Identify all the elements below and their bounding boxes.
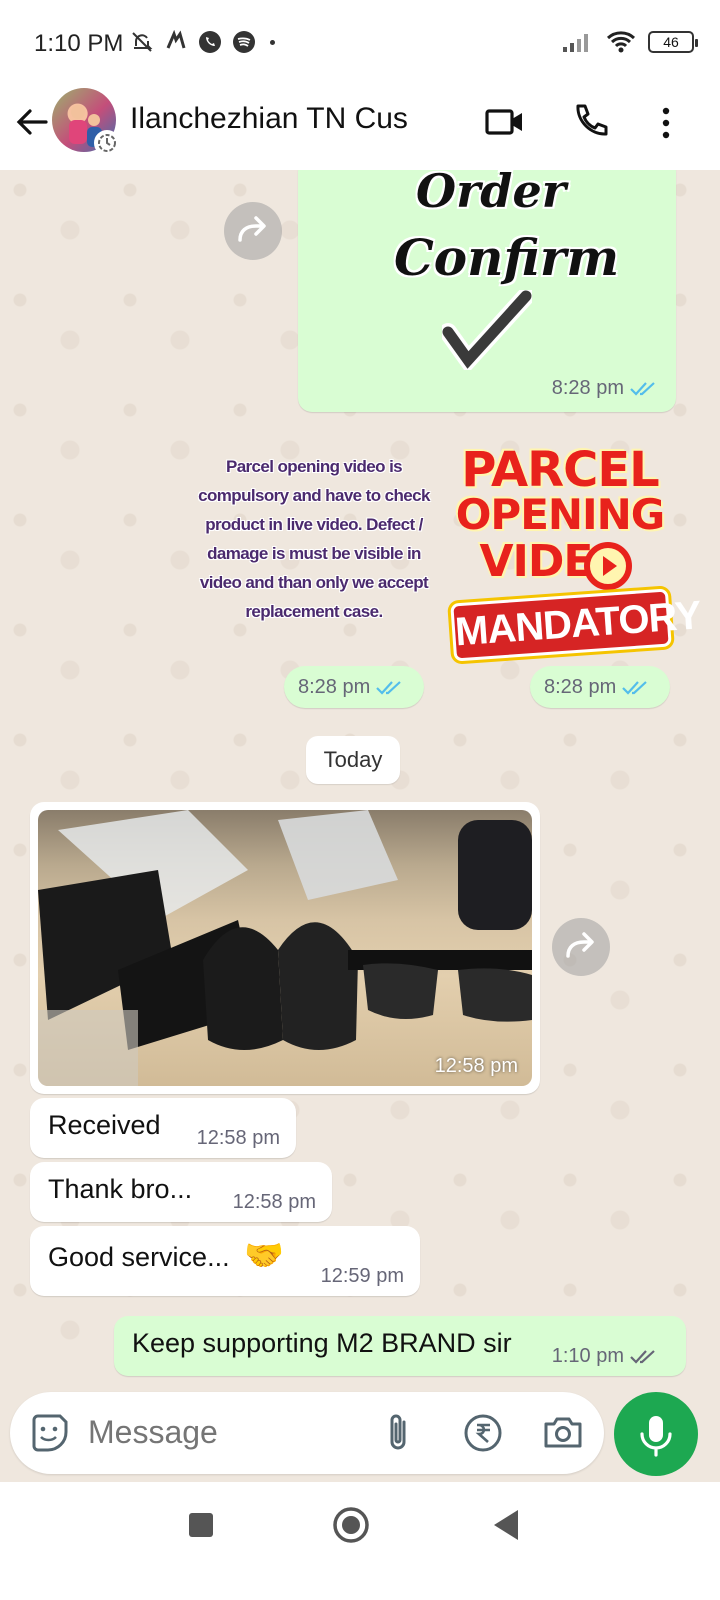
system-indicators: 46 — [562, 30, 698, 54]
message-meta: 8:28 pm — [552, 377, 660, 400]
message-meta: 8:28 pm — [298, 676, 406, 699]
sticker-line-opening: OPENING — [455, 490, 666, 539]
play-circle-icon — [584, 542, 632, 590]
photo-content — [38, 810, 532, 1086]
chat-header: Ilanchezhian TN Cus — [0, 88, 720, 170]
checkmark-icon — [442, 290, 532, 370]
message-time: 12:58 pm — [232, 1191, 316, 1213]
message-time: 12:58 pm — [434, 1055, 518, 1077]
outgoing-text-message[interactable]: Keep supporting M2 BRAND sir 1:10 pm — [114, 1316, 686, 1376]
message-time: 8:28 pm — [298, 676, 371, 698]
message-time: 12:59 pm — [320, 1265, 404, 1287]
notification-icons — [130, 30, 275, 54]
message-time: 8:28 pm — [544, 676, 617, 698]
attachment-icon[interactable] — [376, 1410, 422, 1456]
sticker-icon[interactable] — [26, 1410, 72, 1456]
message-time: 8:28 pm — [551, 377, 624, 399]
more-notifications-dot — [270, 39, 275, 45]
microphone-icon — [640, 1416, 672, 1457]
wifi-icon — [606, 31, 636, 53]
sticker-text-confirm: Confirm — [394, 228, 620, 287]
spotify-icon — [233, 31, 255, 53]
chat-area[interactable]: Order Confirm 8:28 pm Parcel opening vid… — [0, 170, 720, 1392]
read-receipt-icon — [376, 680, 402, 695]
contact-name[interactable]: Ilanchezhian TN Cus — [130, 102, 408, 136]
forward-button[interactable] — [552, 918, 610, 976]
message-text: Received — [48, 1110, 161, 1140]
sunglasses-photo[interactable]: 12:58 pm — [38, 810, 532, 1086]
message-text: Good service... — [48, 1242, 230, 1272]
recents-button-icon[interactable] — [184, 1508, 218, 1542]
parcel-video-mandatory-sticker[interactable]: PARCEL OPENING VIDE MANDATORY — [446, 442, 702, 662]
status-bar: 1:10 PM 46 — [0, 0, 720, 88]
message-composer — [10, 1392, 604, 1474]
read-receipt-icon — [630, 381, 655, 396]
message-text: Keep supporting M2 BRAND sir — [132, 1328, 512, 1358]
message-meta: 8:28 pm — [544, 676, 652, 699]
status-time: 1:10 PM — [34, 30, 124, 57]
mandatory-banner: MANDATORY — [450, 588, 702, 662]
incoming-text-message[interactable]: Received 12:58 pm — [30, 1098, 296, 1158]
message-time: 1:10 pm — [551, 1345, 624, 1367]
overflow-menu-icon[interactable] — [642, 98, 690, 146]
message-input[interactable] — [88, 1414, 368, 1451]
home-button-icon[interactable] — [330, 1504, 372, 1546]
handshake-emoji: 🤝 — [244, 1237, 284, 1273]
date-divider: Today — [306, 736, 400, 784]
signal-icon — [563, 34, 588, 52]
message-meta: 12:58 pm — [435, 1055, 518, 1078]
forward-icon — [566, 932, 594, 958]
incoming-text-message[interactable]: Thank bro... 12:58 pm — [30, 1162, 332, 1222]
time-chip: 8:28 pm — [284, 666, 424, 708]
order-confirm-image-message[interactable]: Order Confirm 8:28 pm — [298, 170, 676, 412]
parcel-notice-sticker[interactable]: Parcel opening video is compulsory and h… — [198, 452, 430, 626]
video-call-icon[interactable] — [480, 98, 528, 146]
time-chip: 8:28 pm — [530, 666, 670, 708]
message-meta: 1:10 pm — [552, 1345, 660, 1368]
read-receipt-icon — [622, 680, 648, 695]
message-text: Thank bro... — [48, 1174, 193, 1204]
message-time: 12:58 pm — [196, 1127, 280, 1149]
sticker-text-order: Order — [416, 170, 566, 218]
phone-notification-icon — [199, 31, 221, 53]
status-ring-icon — [94, 130, 120, 156]
mute-bell-icon — [132, 32, 153, 52]
app-notification-icon — [166, 30, 186, 49]
voice-call-icon[interactable] — [566, 98, 614, 146]
forward-button[interactable] — [224, 202, 282, 260]
battery-indicator: 46 — [648, 31, 698, 53]
payment-rupee-icon[interactable] — [460, 1410, 506, 1456]
incoming-text-message[interactable]: Good service... 🤝 12:59 pm — [30, 1226, 420, 1296]
back-button-icon[interactable] — [488, 1506, 526, 1544]
system-navigation-bar — [0, 1482, 720, 1600]
voice-message-button[interactable] — [614, 1392, 698, 1476]
back-arrow-icon[interactable] — [12, 102, 52, 142]
delivered-receipt-icon — [630, 1349, 655, 1364]
camera-icon[interactable] — [540, 1410, 586, 1456]
forward-icon — [238, 216, 266, 242]
